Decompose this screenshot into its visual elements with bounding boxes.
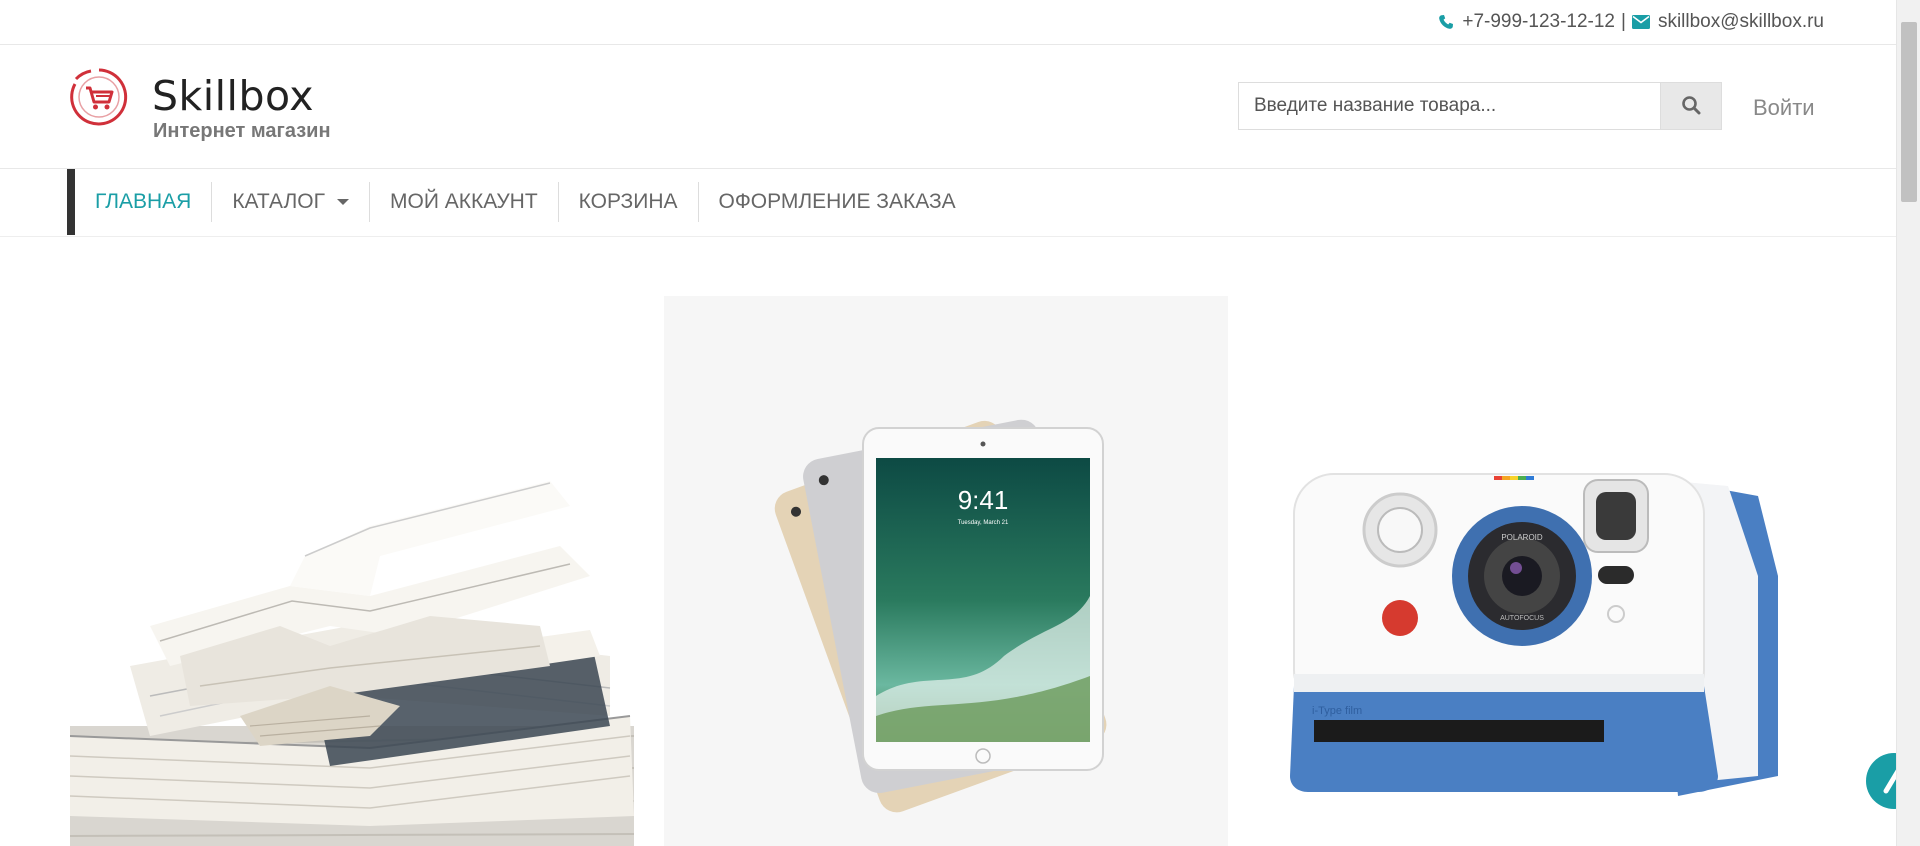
nav-item-my-account[interactable]: МОЙ АККАУНТ [370,182,559,222]
nav-item-label: КОРЗИНА [578,190,678,213]
books-image[interactable] [70,296,634,846]
page-scrollbar[interactable] [1896,0,1920,846]
search-form [1238,82,1722,130]
nav-item-home[interactable]: ГЛАВНАЯ [75,182,213,222]
search-icon [1681,95,1701,118]
brand-name[interactable]: Skillbox [152,72,314,120]
email-link[interactable]: skillbox@skillbox.ru [1658,11,1824,33]
lens-autofocus-text: AUTOFOCUS [1500,615,1544,622]
envelope-icon [1631,15,1650,29]
phone-icon [1438,14,1454,30]
site-header: Skillbox Интернет магазин Войти [0,45,1896,169]
search-button[interactable] [1660,82,1722,130]
nav-item-checkout[interactable]: ОФОРМЛЕНИЕ ЗАКАЗА [699,182,976,222]
contacts: +7-999-123-12-12 | skillbox@skillbox.ru [1438,11,1824,33]
chevron-down-icon [337,199,350,205]
brand-tagline: Интернет магазин [153,120,331,142]
nav-accent-bar [67,169,75,235]
search-input[interactable] [1238,82,1660,130]
nav-item-label: ГЛАВНАЯ [95,190,192,213]
login-link[interactable]: Войти [1753,95,1815,121]
nav-item-label: ОФОРМЛЕНИЕ ЗАКАЗА [718,190,956,213]
cart-logo-icon[interactable] [69,67,129,127]
main-nav: ГЛАВНАЯ КАТАЛОГ МОЙ АККАУНТ КОРЗИНА ОФОР… [0,169,1896,237]
nav-item-catalog[interactable]: КАТАЛОГ [212,182,371,222]
lens-brand-text: POLAROID [1501,533,1543,542]
contact-separator: | [1621,11,1626,32]
top-contact-bar: +7-999-123-12-12 | skillbox@skillbox.ru [0,0,1896,45]
ipad-screen-date: Tuesday, March 21 [958,520,1009,526]
ipad-screen-time: 9:41 [958,485,1009,515]
ipad-image[interactable]: 9:41 Tuesday, March 21 [664,296,1228,846]
nav-item-label: КАТАЛОГ [232,190,326,213]
phone-number[interactable]: +7-999-123-12-12 [1462,11,1615,33]
nav-item-label: МОЙ АККАУНТ [390,190,538,213]
polaroid-camera-image[interactable]: i-Type film POLAROID AUTOFOCUS [1258,296,1822,846]
scrollbar-thumb[interactable] [1901,22,1917,202]
nav-item-cart[interactable]: КОРЗИНА [559,182,699,222]
film-label: i-Type film [1312,705,1362,717]
